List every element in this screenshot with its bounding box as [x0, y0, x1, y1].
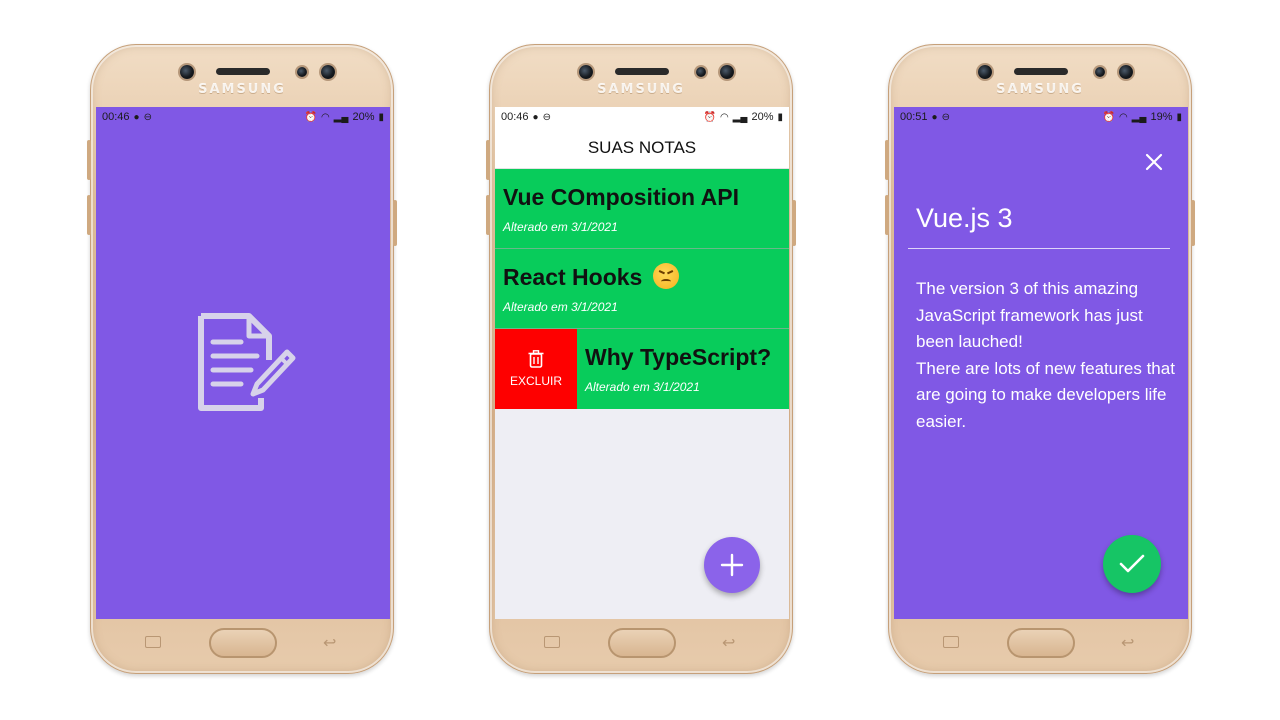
do-not-disturb-icon: ⊖: [542, 111, 551, 123]
volume-down-key: [87, 195, 91, 235]
home-button[interactable]: [1007, 628, 1075, 658]
notes-list-screen: 00:46 ● ⊖ ⏰ ◠ ▂▄ 20% ▮ SUAS NOTAS Vue CO…: [495, 107, 789, 619]
note-date: Alterado em 3/1/2021: [585, 380, 700, 394]
alarm-icon: ⏰: [1102, 111, 1115, 123]
note-title: Vue COmposition API: [503, 184, 739, 210]
sensor-icon: [1119, 65, 1133, 79]
note-title-row: React Hooks: [503, 263, 781, 291]
save-note-button[interactable]: [1103, 535, 1161, 593]
plus-icon: [720, 553, 744, 577]
back-icon[interactable]: ↩: [722, 633, 735, 653]
brand-logo: SAMSUNG: [996, 82, 1084, 97]
status-bar: 00:46 ● ⊖ ⏰ ◠ ▂▄ 20% ▮: [495, 107, 789, 127]
note-item[interactable]: Vue COmposition API Alterado em 3/1/2021: [495, 169, 789, 249]
power-key: [1191, 200, 1195, 246]
note-content[interactable]: Why TypeScript? Alterado em 3/1/2021: [577, 329, 789, 409]
sensor-icon: [297, 67, 307, 77]
app-notification-icon: ●: [133, 111, 140, 123]
earpiece-speaker: [615, 68, 669, 75]
recent-apps-icon[interactable]: [544, 636, 560, 648]
battery-percent: 19%: [1150, 111, 1173, 123]
brand-logo: SAMSUNG: [198, 82, 286, 97]
note-body-input[interactable]: The version 3 of this amazing JavaScript…: [916, 276, 1176, 435]
title-divider: [908, 248, 1170, 249]
delete-label: EXCLUIR: [509, 374, 562, 388]
signal-icon: ▂▄: [732, 111, 748, 123]
battery-percent: 20%: [352, 111, 375, 123]
battery-icon: ▮: [1176, 111, 1182, 123]
phone-splash: SAMSUNG 00:46 ● ⊖ ⏰ ◠ ▂▄ 20% ▮ ↩: [87, 44, 397, 674]
sensor-icon: [720, 65, 734, 79]
add-note-button[interactable]: [704, 537, 760, 593]
power-key: [393, 200, 397, 246]
earpiece-speaker: [1014, 68, 1068, 75]
recent-apps-icon[interactable]: [145, 636, 161, 648]
front-camera-icon: [180, 65, 194, 79]
back-icon[interactable]: ↩: [323, 633, 336, 653]
note-title-input[interactable]: Vue.js 3: [916, 203, 1013, 234]
note-edit-icon: [198, 313, 296, 411]
note-editor-screen: 00:51 ● ⊖ ⏰ ◠ ▂▄ 19% ▮ Vue.js 3 The vers…: [894, 107, 1188, 619]
app-notification-icon: ●: [532, 111, 539, 123]
status-bar: 00:51 ● ⊖ ⏰ ◠ ▂▄ 19% ▮: [894, 107, 1188, 127]
alarm-icon: ⏰: [304, 111, 317, 123]
volume-down-key: [885, 195, 889, 235]
note-date: Alterado em 3/1/2021: [503, 220, 618, 234]
note-title: React Hooks: [503, 264, 643, 290]
volume-up-key: [885, 140, 889, 180]
app-notification-icon: ●: [931, 111, 938, 123]
signal-icon: ▂▄: [1131, 111, 1147, 123]
volume-down-key: [486, 195, 490, 235]
trash-icon: [528, 350, 544, 368]
note-date: Alterado em 3/1/2021: [503, 300, 618, 314]
status-time: 00:46: [501, 111, 529, 123]
alarm-icon: ⏰: [703, 111, 716, 123]
earpiece-speaker: [216, 68, 270, 75]
do-not-disturb-icon: ⊖: [143, 111, 152, 123]
back-icon[interactable]: ↩: [1121, 633, 1134, 653]
wifi-icon: ◠: [320, 111, 330, 123]
brand-logo: SAMSUNG: [597, 82, 685, 97]
signal-icon: ▂▄: [333, 111, 349, 123]
sensor-icon: [321, 65, 335, 79]
status-time: 00:46: [102, 111, 130, 123]
splash-screen: 00:46 ● ⊖ ⏰ ◠ ▂▄ 20% ▮: [96, 107, 390, 619]
home-button[interactable]: [209, 628, 277, 658]
battery-icon: ▮: [777, 111, 783, 123]
note-item[interactable]: React Hooks Alterado em 3/1/2021: [495, 249, 789, 329]
confounded-face-icon: [652, 263, 679, 289]
phone-notes-list: SAMSUNG 00:46 ● ⊖ ⏰ ◠ ▂▄ 20% ▮ SUAS NOTA…: [486, 44, 796, 674]
note-item-swiped[interactable]: EXCLUIR Why TypeScript? Alterado em 3/1/…: [495, 329, 789, 409]
note-body-line: There are lots of new features that are …: [916, 358, 1175, 431]
front-camera-icon: [579, 65, 593, 79]
recent-apps-icon[interactable]: [943, 636, 959, 648]
note-title: Why TypeScript?: [585, 344, 772, 370]
page-title: SUAS NOTAS: [495, 127, 789, 169]
sensor-icon: [1095, 67, 1105, 77]
check-icon: [1119, 554, 1145, 573]
volume-up-key: [87, 140, 91, 180]
volume-up-key: [486, 140, 490, 180]
delete-button[interactable]: EXCLUIR: [495, 329, 577, 409]
home-button[interactable]: [608, 628, 676, 658]
sensor-icon: [696, 67, 706, 77]
wifi-icon: ◠: [1118, 111, 1128, 123]
battery-icon: ▮: [378, 111, 384, 123]
status-time: 00:51: [900, 111, 928, 123]
front-camera-icon: [978, 65, 992, 79]
phone-note-editor: SAMSUNG 00:51 ● ⊖ ⏰ ◠ ▂▄ 19% ▮ Vue.js 3 …: [885, 44, 1195, 674]
power-key: [792, 200, 796, 246]
note-body-line: The version 3 of this amazing JavaScript…: [916, 279, 1143, 351]
wifi-icon: ◠: [719, 111, 729, 123]
status-bar: 00:46 ● ⊖ ⏰ ◠ ▂▄ 20% ▮: [96, 107, 390, 127]
do-not-disturb-icon: ⊖: [941, 111, 950, 123]
battery-percent: 20%: [751, 111, 774, 123]
close-icon[interactable]: [1143, 151, 1165, 173]
